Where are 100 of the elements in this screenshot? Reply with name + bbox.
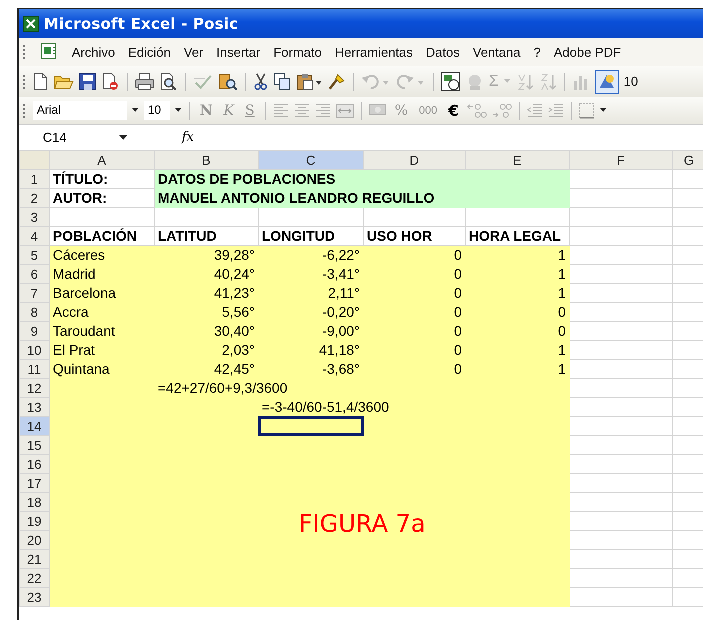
cell-text: 1 — [557, 266, 567, 282]
sort-descending-icon[interactable] — [538, 72, 557, 90]
insert-function-button[interactable]: fx — [178, 130, 198, 145]
column-header[interactable]: B — [154, 150, 258, 170]
cell-text: Madrid — [52, 266, 97, 282]
row-header[interactable]: 23 — [20, 588, 50, 606]
active-cell[interactable] — [258, 416, 364, 436]
row-header[interactable]: 1 — [20, 170, 50, 188]
redo-icon[interactable] — [396, 72, 426, 90]
name-box[interactable]: C14 — [19, 130, 119, 145]
cell-text: LATITUD — [157, 228, 218, 244]
row-header[interactable]: 19 — [20, 512, 50, 530]
row-header[interactable]: 6 — [20, 264, 50, 284]
zoom-field[interactable]: 10 — [624, 74, 638, 89]
grip-icon — [23, 44, 26, 60]
menu-item[interactable]: Datos — [426, 44, 460, 60]
print-preview-icon[interactable] — [160, 72, 178, 90]
cell-text: 0 — [557, 304, 567, 320]
cell-text: DATOS DE POBLACIONES — [157, 171, 337, 187]
row-header[interactable]: 10 — [20, 340, 50, 360]
paintbrush-icon[interactable] — [328, 72, 346, 90]
spelling-check-icon[interactable] — [193, 72, 213, 90]
save-icon[interactable] — [79, 72, 97, 90]
row-header[interactable]: 5 — [20, 246, 50, 264]
new-document-icon[interactable] — [33, 72, 49, 90]
sort-ascending-icon[interactable] — [516, 72, 534, 90]
cut-icon[interactable] — [253, 72, 269, 90]
font-dropdown[interactable]: Arial — [33, 101, 127, 120]
row-header[interactable]: 12 — [20, 378, 50, 398]
row-header[interactable]: 11 — [20, 360, 50, 378]
cell-text: 39,28° — [213, 247, 256, 263]
row-header[interactable]: 20 — [20, 530, 50, 550]
column-header[interactable]: A — [50, 150, 154, 170]
row-header[interactable]: 22 — [20, 568, 50, 588]
cell-text: 30,40° — [213, 323, 256, 339]
column-header[interactable]: C — [258, 150, 364, 170]
decrease-indent-icon[interactable] — [526, 104, 543, 118]
row-header[interactable]: 14 — [20, 416, 50, 436]
cell-text: -3,68° — [321, 361, 361, 377]
window-title: Microsoft Excel - Posic — [44, 14, 238, 32]
row-header[interactable]: 3 — [20, 208, 50, 226]
book-search-icon[interactable] — [218, 72, 238, 90]
menu-item[interactable]: Insertar — [216, 44, 261, 60]
drawing-tools-button[interactable] — [594, 70, 619, 94]
cell-text: -0,20° — [321, 304, 361, 320]
column-header[interactable]: E — [466, 150, 570, 170]
cell-text: =-3-40/60-51,4/3600 — [261, 399, 390, 415]
caret-icon[interactable] — [119, 134, 128, 140]
cell-text: 1 — [557, 342, 567, 358]
increase-indent-icon[interactable] — [548, 104, 564, 118]
currency-icon[interactable] — [368, 102, 387, 118]
increase-decimal-icon[interactable] — [466, 102, 487, 118]
menu-item[interactable]: ? — [534, 44, 541, 60]
undo-icon[interactable] — [361, 72, 391, 90]
decrease-decimal-icon[interactable] — [492, 102, 512, 118]
row-header[interactable]: 13 — [20, 398, 50, 416]
cell-text: 42,45° — [213, 361, 256, 377]
menu-item[interactable]: Formato — [274, 44, 322, 60]
cell-text: 0 — [557, 323, 567, 339]
caret-icon[interactable] — [600, 108, 607, 113]
menu-item[interactable]: Archivo — [72, 44, 116, 60]
row-header[interactable]: 18 — [20, 492, 50, 512]
paste-icon[interactable] — [297, 72, 323, 90]
row-header[interactable]: 16 — [20, 454, 50, 474]
column-header[interactable]: G — [672, 150, 703, 170]
menu-item[interactable]: Edición — [128, 44, 171, 60]
cell-text: El Prat — [52, 342, 96, 358]
font-size-dropdown[interactable]: 10 — [144, 101, 170, 120]
caret-icon[interactable] — [175, 108, 182, 113]
row-header[interactable]: 2 — [20, 188, 50, 208]
cell-text: LONGITUD — [261, 228, 336, 244]
column-header[interactable]: D — [364, 150, 466, 170]
cell-text: 0 — [453, 285, 463, 301]
row-header[interactable]: 21 — [20, 550, 50, 568]
document-permission-icon[interactable] — [102, 72, 120, 90]
print-icon[interactable] — [135, 72, 155, 90]
row-header[interactable]: 8 — [20, 302, 50, 322]
cell-text: 1 — [557, 247, 567, 263]
cell-text: Accra — [52, 304, 90, 320]
align-center-icon[interactable] — [294, 104, 310, 118]
euro-button[interactable]: € — [446, 102, 462, 120]
row-header[interactable]: 15 — [20, 436, 50, 454]
row-header[interactable]: 17 — [20, 474, 50, 492]
align-left-icon[interactable] — [272, 104, 289, 118]
column-header[interactable]: F — [570, 150, 672, 170]
borders-icon[interactable] — [578, 102, 595, 118]
copy-icon[interactable] — [274, 72, 292, 90]
cell-text: -6,22° — [321, 247, 361, 263]
menu-item[interactable]: Ver — [184, 44, 204, 60]
menu-item[interactable]: Ventana — [473, 44, 521, 60]
menu-item[interactable]: Herramientas — [335, 44, 414, 60]
row-header[interactable]: 7 — [20, 284, 50, 302]
merge-center-icon[interactable] — [336, 104, 354, 118]
row-header[interactable]: 4 — [20, 226, 50, 246]
menu-item[interactable]: Adobe PDF — [554, 44, 622, 60]
cell-text: HORA LEGAL — [468, 228, 562, 244]
cell-text: 5,56° — [221, 304, 256, 320]
align-right-icon[interactable] — [314, 104, 331, 118]
caret-icon[interactable] — [132, 108, 139, 113]
row-header[interactable]: 9 — [20, 322, 50, 340]
